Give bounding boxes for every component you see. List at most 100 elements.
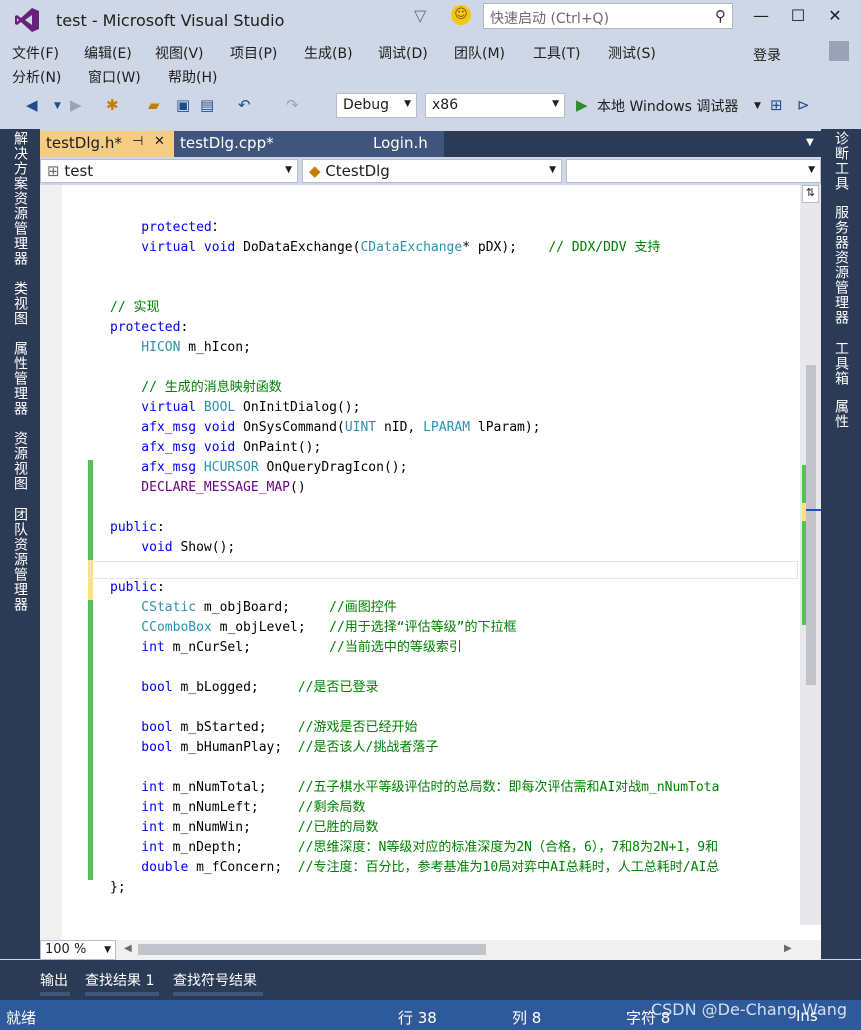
- solution-platform-dropdown[interactable]: x86 ▼: [425, 93, 565, 118]
- feedback-smiley-icon[interactable]: ☺: [451, 5, 471, 25]
- code-line[interactable]: int m_nNumWin; //已胜的局数: [110, 818, 719, 838]
- code-line[interactable]: [110, 358, 719, 378]
- login-link[interactable]: 登录: [753, 45, 781, 65]
- maximize-button[interactable]: ☐: [781, 6, 815, 30]
- code-line[interactable]: void Show();: [110, 538, 719, 558]
- solution-explorer-tab[interactable]: 解决方案资源管理器: [10, 131, 30, 266]
- notification-filter-icon[interactable]: ▽: [414, 6, 426, 25]
- vertical-scroll-thumb[interactable]: [806, 365, 816, 685]
- code-line[interactable]: [110, 758, 719, 778]
- close-tab-icon[interactable]: ✕: [154, 134, 165, 149]
- zoom-dropdown[interactable]: 100 % ▼: [40, 940, 116, 960]
- code-line[interactable]: CComboBox m_objLevel; //用于选择“评估等级”的下拉框: [110, 618, 719, 638]
- start-debugging-button[interactable]: 本地 Windows 调试器: [597, 96, 738, 116]
- code-line[interactable]: [110, 658, 719, 678]
- code-line[interactable]: bool m_bHumanPlay; //是否该人/挑战者落子: [110, 738, 719, 758]
- code-line[interactable]: CStatic m_objBoard; //画图控件: [110, 598, 719, 618]
- save-all-icon[interactable]: ▤: [200, 96, 214, 114]
- menu-view[interactable]: 视图(V): [155, 43, 204, 63]
- tab-login-h[interactable]: Login.h: [311, 131, 444, 157]
- tab-testdlg-cpp[interactable]: testDlg.cpp*: [174, 131, 311, 157]
- tab-testdlg-h[interactable]: testDlg.h* ⊣ ✕: [40, 131, 174, 157]
- diagnostic-tools-tab[interactable]: 诊断工具: [831, 131, 851, 191]
- code-line[interactable]: DECLARE_MESSAGE_MAP(): [110, 478, 719, 498]
- code-line[interactable]: };: [110, 878, 719, 898]
- toolbox-tab[interactable]: 工具箱: [831, 341, 851, 386]
- step-icon[interactable]: ⊳: [797, 96, 810, 114]
- code-line[interactable]: [110, 278, 719, 298]
- close-button[interactable]: ✕: [818, 6, 852, 30]
- code-line[interactable]: protected：: [110, 218, 719, 238]
- toolbar-options-icon[interactable]: ⊞: [770, 96, 783, 114]
- menu-file[interactable]: 文件(F): [12, 43, 59, 63]
- property-manager-tab[interactable]: 属性管理器: [10, 341, 30, 416]
- code-line[interactable]: // 实现: [110, 298, 719, 318]
- code-line[interactable]: [110, 698, 719, 718]
- code-line[interactable]: bool m_bStarted; //游戏是否已经开始: [110, 718, 719, 738]
- undo-icon[interactable]: ↶: [238, 96, 251, 114]
- scroll-right-icon[interactable]: ▶: [784, 943, 792, 954]
- redo-icon[interactable]: ↷: [286, 96, 299, 114]
- server-explorer-tab[interactable]: 服务器资源管理器: [831, 205, 851, 325]
- code-line[interactable]: [110, 258, 719, 278]
- resource-view-tab[interactable]: 资源视图: [10, 431, 30, 491]
- code-line[interactable]: int m_nNumTotal; //五子棋水平等级评估时的总局数：即每次评估需…: [110, 778, 719, 798]
- code-line[interactable]: int m_nNumLeft; //剩余局数: [110, 798, 719, 818]
- menu-window[interactable]: 窗口(W): [88, 67, 141, 87]
- code-line[interactable]: HICON m_hIcon;: [110, 338, 719, 358]
- code-line[interactable]: [110, 558, 719, 578]
- solution-config-dropdown[interactable]: Debug ▼: [336, 93, 417, 118]
- back-dropdown-icon[interactable]: ▼: [54, 101, 61, 111]
- split-window-icon[interactable]: ⇅: [802, 185, 819, 203]
- code-line[interactable]: // 生成的消息映射函数: [110, 378, 719, 398]
- menu-tools[interactable]: 工具(T): [533, 43, 580, 63]
- code-line[interactable]: int m_nCurSel; //当前选中的等级索引: [110, 638, 719, 658]
- member-dropdown[interactable]: ▼: [566, 159, 821, 183]
- code-line[interactable]: afx_msg void OnSysCommand(UINT nID, LPAR…: [110, 418, 719, 438]
- code-line[interactable]: int m_nDepth; //思维深度：N等级对应的标准深度为2N（合格，6）…: [110, 838, 719, 858]
- menu-build[interactable]: 生成(B): [304, 43, 353, 63]
- code-line[interactable]: afx_msg void OnPaint();: [110, 438, 719, 458]
- debugger-dropdown-icon[interactable]: ▼: [754, 101, 761, 111]
- navigate-forward-icon[interactable]: ▶: [70, 96, 82, 114]
- start-debugging-icon[interactable]: ▶: [576, 96, 588, 114]
- quick-launch-input[interactable]: 快速启动 (Ctrl+Q) ⚲: [483, 3, 733, 29]
- menu-help[interactable]: 帮助(H): [168, 67, 217, 87]
- menu-team[interactable]: 团队(M): [454, 43, 505, 63]
- tab-find-results[interactable]: 查找结果 1: [85, 970, 154, 990]
- class-view-tab[interactable]: 类视图: [10, 281, 30, 326]
- tab-find-symbol-results[interactable]: 查找符号结果: [173, 970, 257, 990]
- code-line[interactable]: virtual BOOL OnInitDialog();: [110, 398, 719, 418]
- menu-edit[interactable]: 编辑(E): [84, 43, 132, 63]
- open-file-icon[interactable]: ▰: [148, 96, 160, 114]
- code-line[interactable]: bool m_bLogged; //是否已登录: [110, 678, 719, 698]
- tab-overflow-icon[interactable]: ▼: [806, 137, 814, 148]
- horizontal-scroll-thumb[interactable]: [138, 944, 486, 955]
- properties-tab[interactable]: 属性: [831, 399, 851, 429]
- code-line[interactable]: [110, 498, 719, 518]
- code-line[interactable]: [110, 198, 719, 218]
- code-line[interactable]: double m_fConcern; //专注度：百分比，参考基准为10局对弈中…: [110, 858, 719, 878]
- account-avatar-icon[interactable]: [829, 41, 849, 61]
- code-editor[interactable]: protected： virtual void DoDataExchange(C…: [40, 185, 821, 960]
- save-icon[interactable]: ▣: [176, 96, 190, 114]
- pin-icon[interactable]: ⊣: [132, 134, 143, 149]
- new-project-icon[interactable]: ✱: [106, 96, 119, 114]
- menu-debug[interactable]: 调试(D): [378, 43, 428, 63]
- code-line[interactable]: public:: [110, 518, 719, 538]
- navigate-back-icon[interactable]: ◀: [26, 96, 38, 114]
- scroll-left-icon[interactable]: ◀: [124, 943, 132, 954]
- class-dropdown[interactable]: ◆ CtestDlg ▼: [302, 159, 562, 183]
- code-line[interactable]: virtual void DoDataExchange(CDataExchang…: [110, 238, 719, 258]
- team-explorer-tab[interactable]: 团队资源管理器: [10, 507, 30, 612]
- project-dropdown[interactable]: ⊞ test ▼: [40, 159, 298, 183]
- menu-project[interactable]: 项目(P): [230, 43, 277, 63]
- code-line[interactable]: protected:: [110, 318, 719, 338]
- tab-output[interactable]: 输出: [40, 970, 68, 990]
- menu-analyze[interactable]: 分析(N): [12, 67, 61, 87]
- menu-test[interactable]: 测试(S): [608, 43, 656, 63]
- minimize-button[interactable]: —: [744, 6, 778, 30]
- code-text[interactable]: protected： virtual void DoDataExchange(C…: [110, 198, 719, 898]
- code-line[interactable]: public:: [110, 578, 719, 598]
- code-line[interactable]: afx_msg HCURSOR OnQueryDragIcon();: [110, 458, 719, 478]
